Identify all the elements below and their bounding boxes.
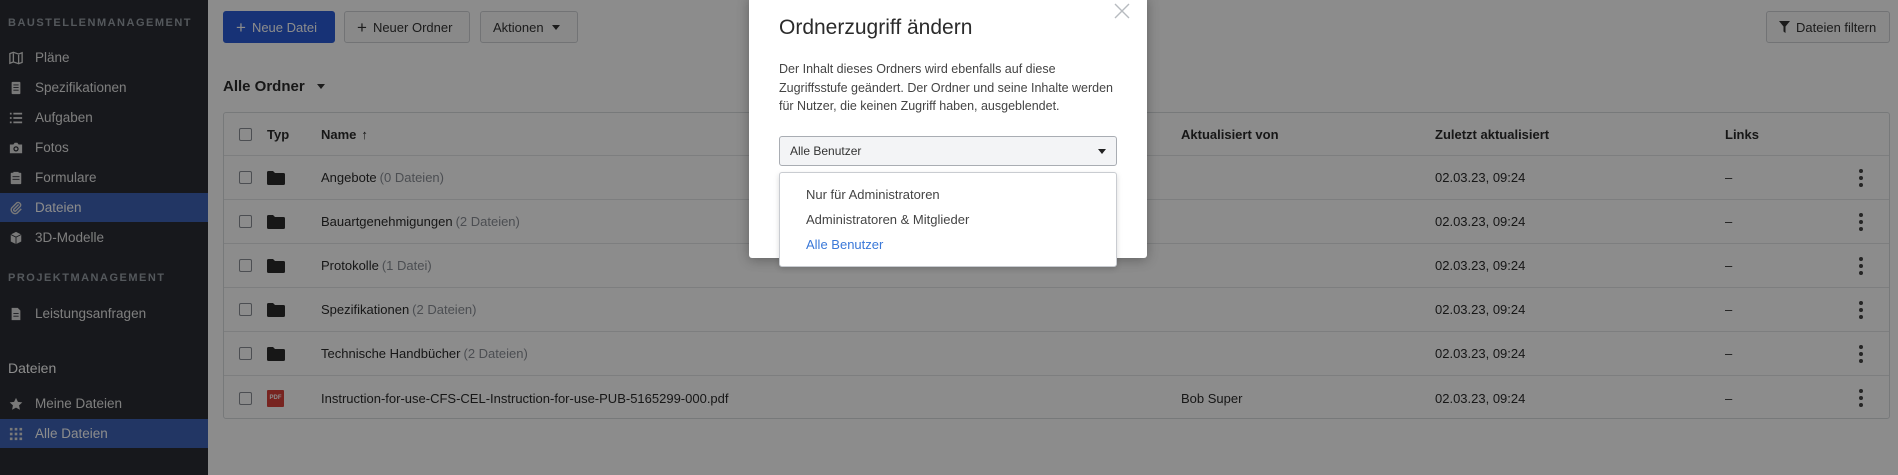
access-level-value: Alle Benutzer bbox=[790, 144, 862, 158]
access-level-options: Nur für Administratoren Administratoren … bbox=[779, 172, 1117, 267]
option-admins-and-members[interactable]: Administratoren & Mitglieder bbox=[780, 207, 1116, 232]
option-all-users[interactable]: Alle Benutzer bbox=[780, 232, 1116, 257]
close-icon[interactable] bbox=[1113, 2, 1131, 20]
access-level-select[interactable]: Alle Benutzer bbox=[779, 136, 1117, 166]
chevron-down-icon bbox=[1098, 149, 1106, 154]
option-admins-only[interactable]: Nur für Administratoren bbox=[780, 182, 1116, 207]
dialog-title: Ordnerzugriff ändern bbox=[779, 16, 973, 39]
dialog-description: Der Inhalt dieses Ordners wird ebenfalls… bbox=[779, 62, 1113, 113]
